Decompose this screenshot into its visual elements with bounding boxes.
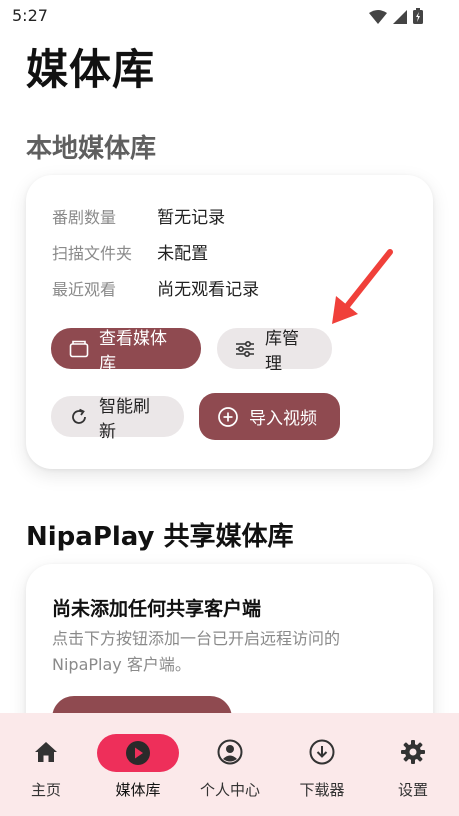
download-icon — [309, 739, 335, 769]
smart-refresh-label: 智能刷新 — [99, 396, 150, 442]
view-library-button[interactable]: 查看媒体库 — [51, 328, 201, 374]
home-icon — [33, 739, 59, 769]
add-circle-icon — [217, 406, 239, 428]
info-row-scan-folder: 扫描文件夹 未配置 — [52, 239, 208, 264]
play-icon — [125, 740, 151, 770]
shared-library-title: NipaPlay 共享媒体库 — [26, 522, 294, 552]
manage-library-label: 库管理 — [265, 328, 299, 374]
info-row-episode-count: 番剧数量 暂无记录 — [52, 203, 225, 228]
info-row-recent-watch: 最近观看 尚无观看记录 — [52, 275, 259, 300]
nav-item-settings[interactable]: 设置 — [367, 713, 459, 816]
nav-item-downloader[interactable]: 下载器 — [276, 713, 368, 816]
signal-icon — [393, 9, 407, 28]
nav-item-media-library[interactable]: 媒体库 — [92, 713, 184, 816]
local-library-title: 本地媒体库 — [26, 134, 157, 164]
info-label: 最近观看 — [52, 280, 117, 299]
info-label: 番剧数量 — [52, 208, 117, 227]
nav-label: 个人中心 — [199, 781, 260, 799]
import-video-button[interactable]: 导入视频 — [199, 393, 340, 440]
folder-icon — [69, 340, 89, 358]
info-value: 尚无观看记录 — [157, 280, 260, 300]
manage-library-button[interactable]: 库管理 — [217, 328, 332, 374]
nav-item-profile[interactable]: 个人中心 — [184, 713, 276, 816]
annotation-arrow-icon — [328, 248, 396, 332]
nav-label: 媒体库 — [115, 781, 161, 799]
smart-refresh-button[interactable]: 智能刷新 — [51, 396, 184, 442]
wifi-icon — [369, 9, 387, 28]
status-icons — [369, 8, 423, 28]
battery-icon — [413, 8, 423, 28]
info-value: 暂无记录 — [157, 208, 226, 228]
shared-library-heading: 尚未添加任何共享客户端 — [52, 598, 262, 620]
info-label: 扫描文件夹 — [52, 244, 133, 263]
import-video-label: 导入视频 — [249, 409, 317, 429]
view-library-label: 查看媒体库 — [99, 328, 167, 374]
nav-label: 主页 — [30, 781, 61, 799]
nav-label: 下载器 — [299, 781, 345, 799]
shared-library-description: 点击下方按钮添加一台已开启远程访问的 NipaPlay 客户端。 — [52, 629, 341, 674]
bottom-nav: 主页 媒体库 个人中心 下载器 设置 — [0, 713, 459, 816]
user-icon — [217, 739, 243, 769]
sliders-icon — [235, 340, 255, 358]
status-bar: 5:27 — [0, 0, 459, 32]
gear-icon — [400, 739, 426, 769]
info-value: 未配置 — [157, 244, 209, 264]
page-title: 媒体库 — [26, 45, 156, 94]
status-time: 5:27 — [12, 6, 48, 25]
nav-item-home[interactable]: 主页 — [0, 713, 92, 816]
nav-label: 设置 — [397, 781, 428, 799]
refresh-icon — [69, 407, 89, 427]
